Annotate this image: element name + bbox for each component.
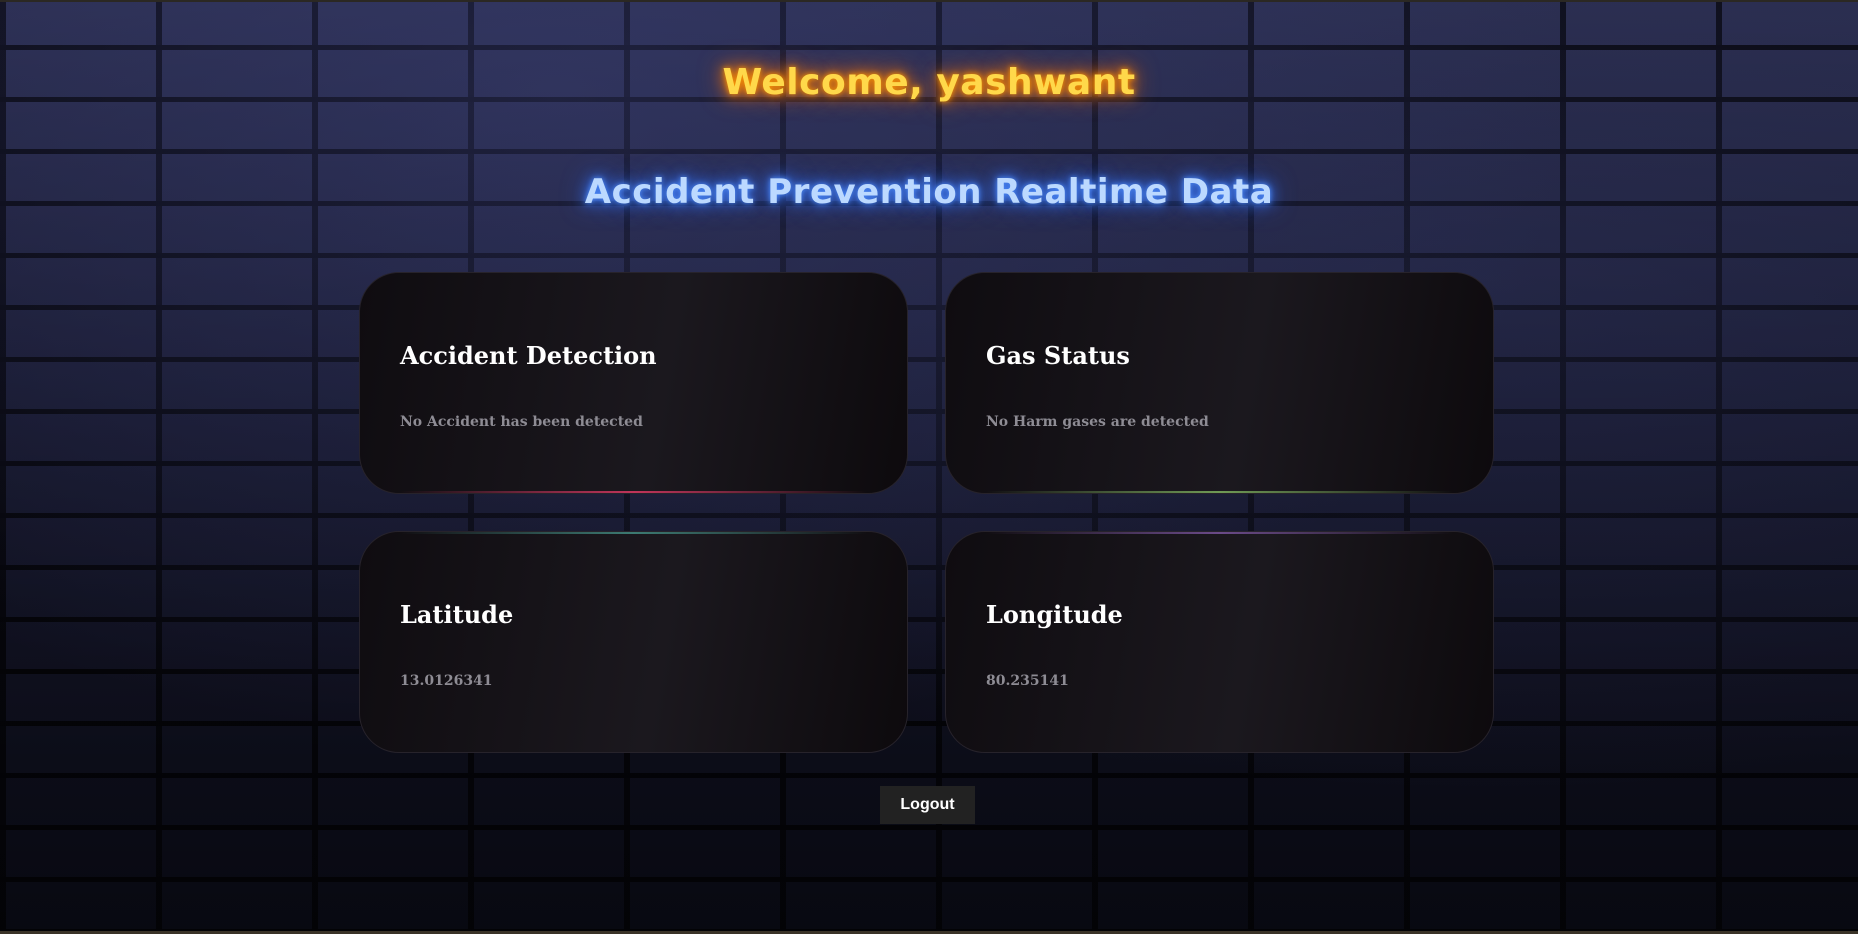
latitude-value: 13.0126341 [400, 673, 493, 689]
welcome-heading: Welcome, yashwant [722, 62, 1136, 103]
page-title: Accident Prevention Realtime Data [584, 172, 1274, 212]
longitude-value: 80.235141 [986, 673, 1069, 689]
gas-status-value: No Harm gases are detected [986, 414, 1209, 430]
accident-detection-card: Accident Detection No Accident has been … [359, 272, 908, 494]
logout-button[interactable]: Logout [880, 786, 975, 824]
longitude-card: Longitude 80.235141 [945, 531, 1494, 753]
top-border [0, 0, 1858, 2]
card-title-accident-detection: Accident Detection [400, 341, 657, 370]
card-title-longitude: Longitude [986, 600, 1123, 629]
card-title-gas-status: Gas Status [986, 341, 1130, 370]
accident-status-value: No Accident has been detected [400, 414, 643, 430]
card-title-latitude: Latitude [400, 600, 514, 629]
gas-status-card: Gas Status No Harm gases are detected [945, 272, 1494, 494]
latitude-card: Latitude 13.0126341 [359, 531, 908, 753]
